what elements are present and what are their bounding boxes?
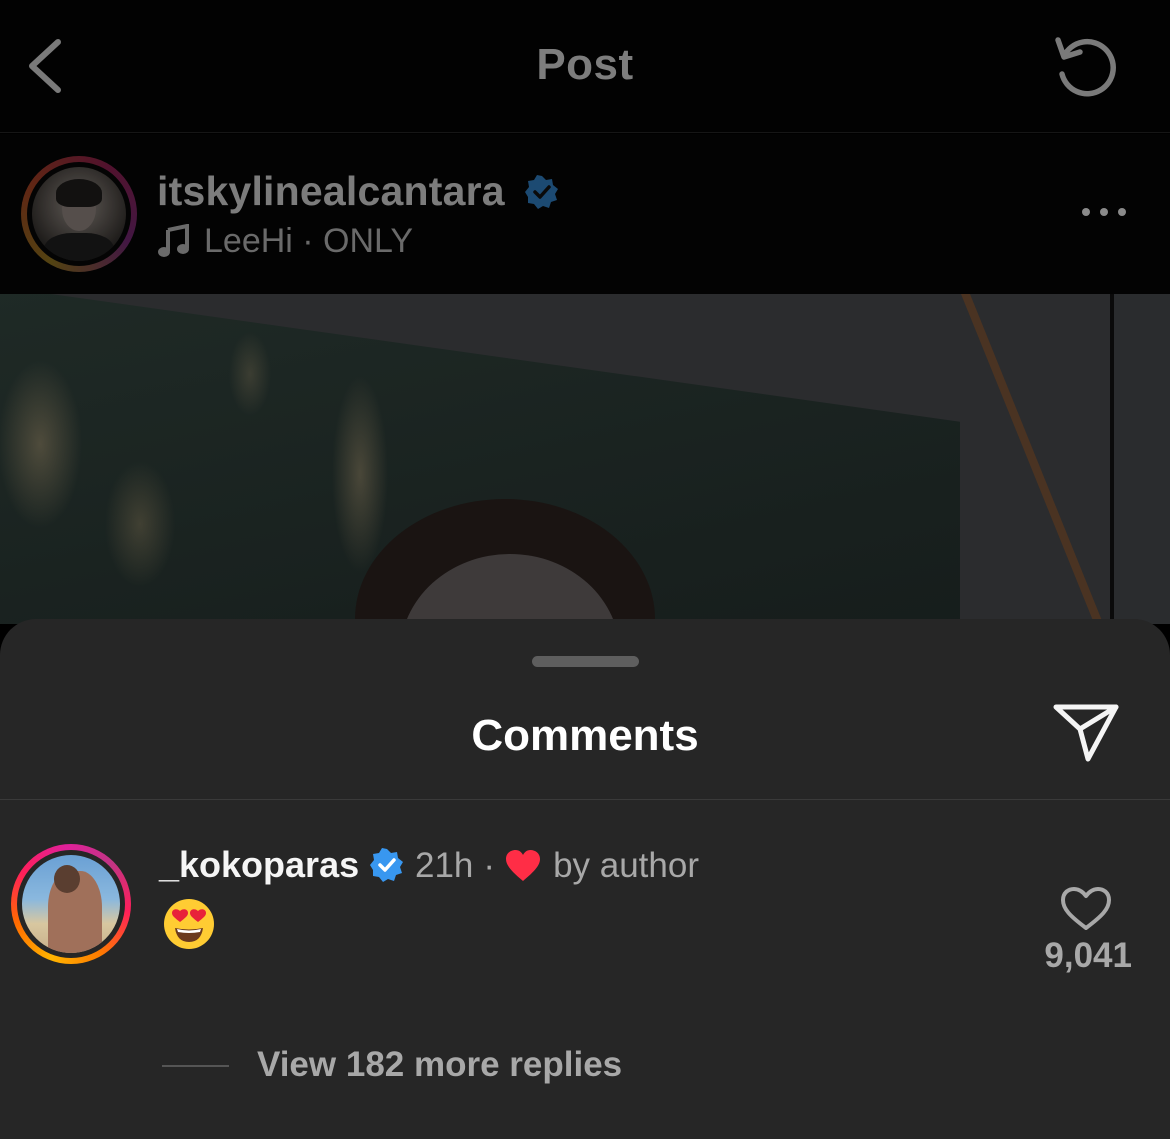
comments-title: Comments [471, 711, 699, 760]
comment-like-count: 9,041 [1044, 936, 1132, 975]
more-horizontal-icon [1082, 208, 1126, 216]
comment-time: 21h [415, 846, 474, 885]
liked-by-author-label: by author [553, 846, 699, 885]
app-screen: Post itskylinealcantara LeeHi · ONLY Com… [0, 0, 1170, 1139]
commenter-username[interactable]: _kokoparas [159, 844, 359, 886]
sheet-drag-handle[interactable] [532, 656, 639, 667]
post-media-image[interactable] [0, 294, 1110, 624]
refresh-icon [1055, 37, 1116, 97]
share-button[interactable] [1050, 701, 1122, 763]
send-icon [1053, 704, 1119, 762]
refresh-button[interactable] [1050, 30, 1122, 102]
music-note-icon [158, 224, 189, 257]
commenter-avatar-photo [22, 855, 120, 953]
top-nav-bar: Post [0, 0, 1170, 133]
replies-indent-line [162, 1065, 229, 1067]
page-title: Post [536, 40, 634, 89]
comment-meta: 21h · by author [415, 846, 699, 886]
like-comment-button[interactable] [1060, 886, 1112, 932]
author-avatar-photo [32, 167, 126, 261]
heart-filled-icon [506, 850, 541, 881]
author-avatar[interactable] [21, 156, 137, 272]
comment-item: _kokoparas 21h · by author 9,041 View 18… [0, 800, 1170, 1139]
heart-eyes-emoji-icon [164, 899, 214, 949]
heart-outline-icon [1061, 887, 1111, 930]
view-replies-button[interactable]: View 182 more replies [257, 1045, 622, 1085]
author-username[interactable]: itskylinealcantara [157, 168, 505, 215]
comments-sheet: Comments _kokoparas 21h · by author 9,04… [0, 619, 1170, 1139]
more-options-button[interactable] [1078, 200, 1130, 224]
meta-separator: · [483, 846, 496, 885]
music-attribution[interactable]: LeeHi · ONLY [204, 222, 413, 261]
verified-badge-icon [370, 848, 403, 882]
commenter-avatar[interactable] [11, 844, 131, 964]
verified-badge-icon [525, 175, 558, 209]
next-media-preview [1110, 294, 1170, 624]
